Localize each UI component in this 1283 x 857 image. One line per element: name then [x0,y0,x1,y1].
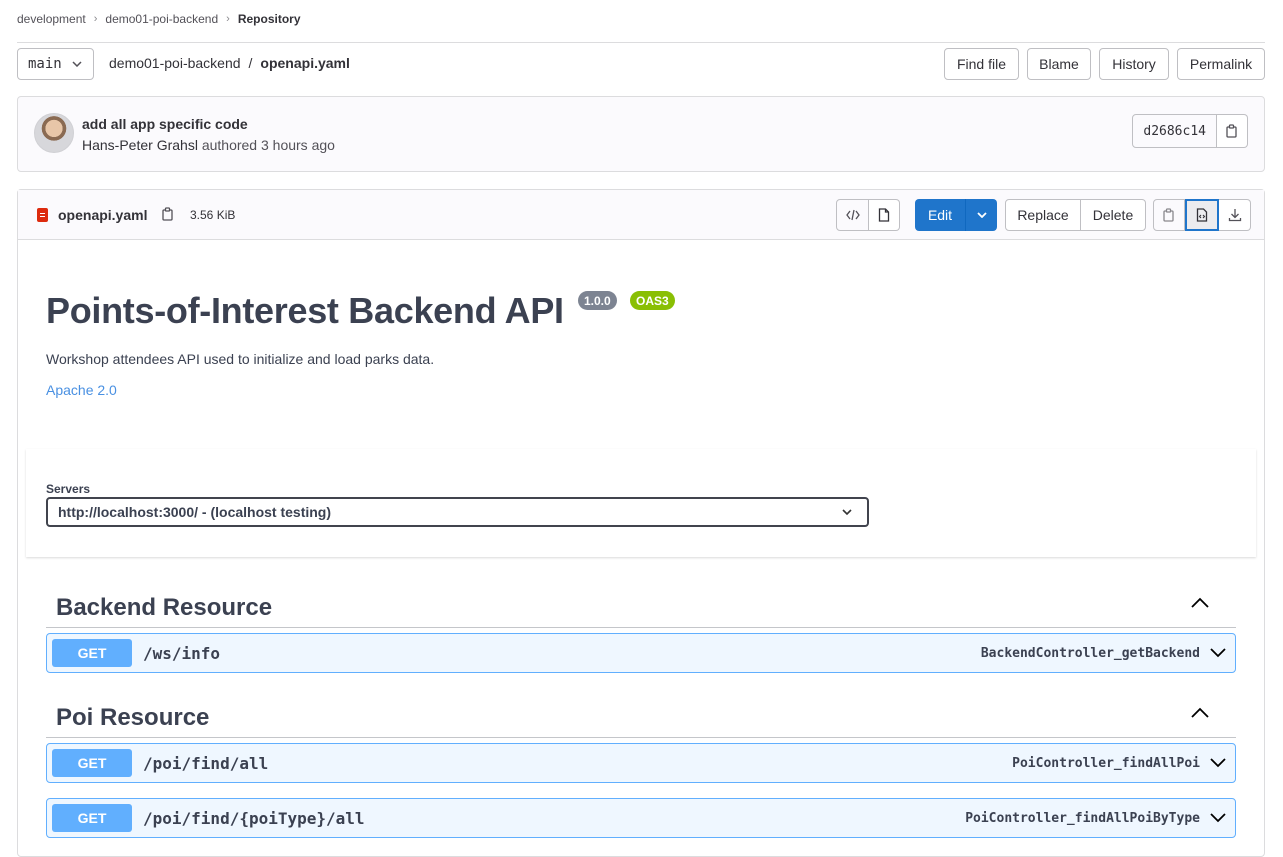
delete-button[interactable]: Delete [1081,199,1146,231]
file-actions: Replace Delete [1005,199,1146,231]
file-tools [1153,199,1251,231]
copy-file-path-button[interactable] [161,207,175,224]
breadcrumb-item-project[interactable]: demo01-poi-backend [105,12,218,26]
tag-header-poi-resource[interactable]: Poi Resource [46,694,1236,738]
chevron-up-icon[interactable] [1190,706,1210,722]
chevron-down-icon [841,505,853,522]
commit-sha[interactable]: d2686c14 [1132,114,1217,148]
find-file-button[interactable]: Find file [944,48,1019,80]
file-name: openapi.yaml [58,207,148,223]
path-separator: / [248,55,253,71]
operation-get-poi-find-all[interactable]: GET /poi/find/all PoiController_findAllP… [46,743,1236,783]
license-link[interactable]: Apache 2.0 [46,382,117,398]
operation-path: /poi/find/all [143,754,269,773]
code-view-button[interactable] [836,199,869,231]
servers-selected-value: http://localhost:3000/ - (localhost test… [58,504,332,520]
copy-contents-button[interactable] [1153,199,1185,231]
commit-time: authored 3 hours ago [201,137,335,153]
download-icon [1228,209,1241,222]
operation-get-ws-info[interactable]: GET /ws/info BackendController_getBacken… [46,633,1236,673]
file-header: openapi.yaml 3.56 KiB Edit Replace Delet… [18,190,1264,240]
servers-label: Servers [46,482,91,496]
tag-title: Backend Resource [56,594,273,621]
copy-icon [1163,208,1174,222]
commit-sha-group: d2686c14 [1132,114,1248,148]
operation-id: PoiController_findAllPoiByType [965,811,1200,826]
breadcrumb-item-development[interactable]: development [17,12,86,26]
view-mode-toggle [836,199,900,231]
chevron-right-icon: › [226,13,230,25]
copy-sha-button[interactable] [1217,114,1248,148]
tag-title: Poi Resource [56,704,210,731]
http-method-badge: GET [52,639,132,667]
operation-get-poi-find-by-type[interactable]: GET /poi/find/{poiType}/all PoiControlle… [46,798,1236,838]
api-description: Workshop attendees API used to initializ… [46,351,435,367]
branch-selector[interactable]: main [17,48,94,80]
copy-icon [1226,124,1237,138]
chevron-down-icon [72,59,82,70]
code-icon [845,209,860,221]
file-code-icon [1196,208,1208,222]
document-icon [878,208,890,222]
chevron-down-icon[interactable] [1209,755,1227,771]
replace-button[interactable]: Replace [1005,199,1081,231]
edit-button[interactable]: Edit [915,199,965,231]
operation-id: BackendController_getBackend [980,646,1200,661]
operation-path: /poi/find/{poiType}/all [143,809,365,828]
open-raw-button[interactable] [1185,199,1219,231]
avatar[interactable] [34,113,74,153]
path-project-link[interactable]: demo01-poi-backend [109,55,241,71]
divider [17,42,1265,43]
chevron-down-icon [976,212,987,218]
tag-header-backend-resource[interactable]: Backend Resource [46,584,1236,628]
chevron-right-icon: › [93,13,98,25]
chevron-down-icon[interactable] [1209,645,1227,661]
file-path: demo01-poi-backend / openapi.yaml [109,55,350,71]
http-method-badge: GET [52,804,132,832]
http-method-badge: GET [52,749,132,777]
operation-id: PoiController_findAllPoi [1012,756,1200,771]
edit-split-button: Edit [915,199,997,231]
api-title: Points-of-Interest Backend API [46,290,564,331]
copy-icon [162,207,173,221]
history-button[interactable]: History [1099,48,1169,80]
download-button[interactable] [1219,199,1251,231]
permalink-button[interactable]: Permalink [1177,48,1265,80]
breadcrumb: development › demo01-poi-backend › Repos… [17,12,301,26]
commit-author[interactable]: Hans-Peter Grahsl [82,137,198,153]
servers-select[interactable]: http://localhost:3000/ - (localhost test… [46,497,869,527]
chevron-down-icon[interactable] [1209,810,1227,826]
oas-badge: OAS3 [630,291,675,310]
chevron-up-icon[interactable] [1190,596,1210,612]
last-commit-panel: add all app specific code Hans-Peter Gra… [17,96,1265,172]
path-file-name: openapi.yaml [260,55,350,71]
edit-dropdown-toggle[interactable] [965,199,997,231]
commit-title[interactable]: add all app specific code [82,116,248,132]
file-size: 3.56 KiB [190,208,236,222]
commit-meta: Hans-Peter Grahsl authored 3 hours ago [82,137,335,153]
rendered-view-button[interactable] [869,199,900,231]
branch-label: main [28,56,62,72]
breadcrumb-item-repository[interactable]: Repository [238,12,301,26]
version-badge: 1.0.0 [578,291,617,310]
file-type-icon [37,208,48,222]
blame-button[interactable]: Blame [1027,48,1091,80]
operation-path: /ws/info [143,644,221,663]
